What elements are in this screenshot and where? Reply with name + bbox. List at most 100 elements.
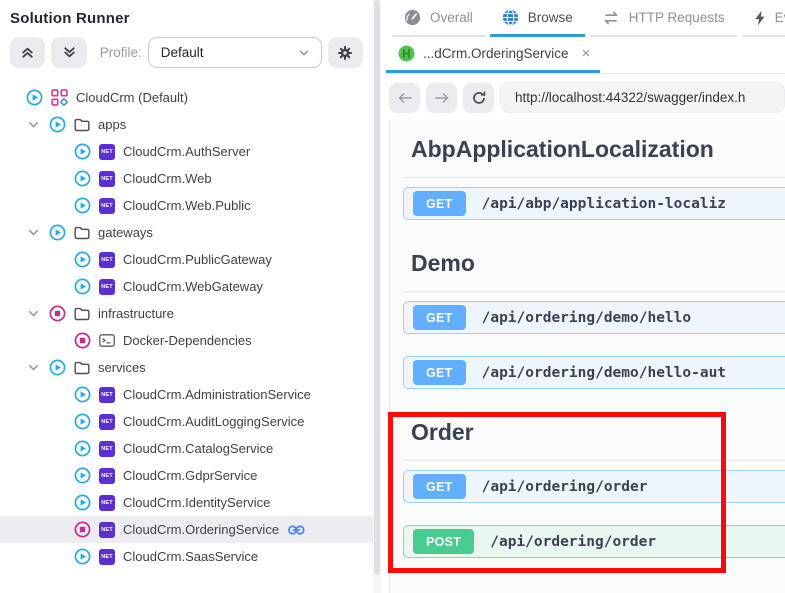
play-status-icon bbox=[49, 116, 66, 133]
tree-item-cloudcrm-default[interactable]: CloudCrm (Default) bbox=[0, 84, 373, 111]
tree-item-label: infrastructure bbox=[98, 306, 174, 321]
swagger-section-title[interactable]: AbpApplicationLocalization bbox=[411, 135, 777, 163]
swagger-section-order: Order GET/api/ordering/order POST/api/orde… bbox=[403, 418, 785, 558]
stop-status-icon bbox=[74, 332, 91, 349]
expander-chevron-icon bbox=[26, 360, 41, 375]
endpoint-post-api-ordering-order[interactable]: POST/api/ordering/order bbox=[403, 525, 785, 558]
service-favicon-icon bbox=[398, 45, 415, 62]
play-status-icon bbox=[74, 440, 91, 457]
tree-item-cloudcrm-auditloggingservice[interactable]: NETCloudCrm.AuditLoggingService bbox=[0, 408, 373, 435]
swagger-section-demo: DemoGET/api/ordering/demo/helloGET/api/o… bbox=[403, 249, 785, 389]
tree-item-services[interactable]: services bbox=[0, 354, 373, 381]
scrollbar-thumb[interactable] bbox=[374, 0, 380, 575]
terminal-icon bbox=[99, 334, 115, 347]
play-status-icon bbox=[49, 224, 66, 241]
play-status-icon bbox=[26, 89, 43, 106]
tree-item-label: apps bbox=[98, 117, 126, 132]
tree-item-label: gateways bbox=[98, 225, 153, 240]
browser-tab[interactable]: ...dCrm.OrderingService × bbox=[386, 37, 600, 73]
endpoint-get-api-abp-application-localiz[interactable]: GET/api/abp/application-localiz bbox=[403, 187, 785, 220]
app-window: Solution Runner Profile: Default bbox=[0, 0, 785, 593]
tab-browse[interactable]: Browse bbox=[490, 0, 585, 37]
play-status-icon bbox=[74, 548, 91, 565]
tree-item-cloudcrm-identityservice[interactable]: NETCloudCrm.IdentityService bbox=[0, 489, 373, 516]
http-method-badge: GET bbox=[413, 360, 466, 385]
stop-status-icon bbox=[74, 521, 91, 538]
arrow-left-icon bbox=[397, 92, 413, 104]
refresh-button[interactable] bbox=[463, 83, 494, 113]
tree-item-cloudcrm-saasservice[interactable]: NETCloudCrm.SaasService bbox=[0, 543, 373, 570]
folder-icon bbox=[74, 361, 90, 375]
bolt-icon bbox=[754, 10, 766, 26]
tree-item-infrastructure[interactable]: infrastructure bbox=[0, 300, 373, 327]
profile-select[interactable]: Default bbox=[148, 37, 322, 68]
tree-item-cloudcrm-web-public[interactable]: NET CloudCrm.Web.Public bbox=[0, 192, 373, 219]
dotnet-badge-icon: NET bbox=[99, 468, 115, 484]
tree-item-label: Docker-Dependencies bbox=[123, 333, 252, 348]
swagger-section-title[interactable]: Demo bbox=[411, 249, 777, 277]
endpoint-get-api-ordering-order[interactable]: GET/api/ordering/order bbox=[403, 470, 785, 503]
tree-item-cloudcrm-authserver[interactable]: NET CloudCrm.AuthServer bbox=[0, 138, 373, 165]
tab-even[interactable]: Even bbox=[742, 0, 785, 37]
browse-link-icon bbox=[287, 523, 307, 537]
forward-button[interactable] bbox=[426, 83, 457, 113]
tree-item-apps[interactable]: apps bbox=[0, 111, 373, 138]
tab-label: HTTP Requests bbox=[629, 10, 725, 25]
dotnet-badge-icon: NET bbox=[99, 144, 115, 160]
tree-item-label: CloudCrm.SaasService bbox=[123, 549, 258, 564]
close-tab-icon[interactable]: × bbox=[582, 45, 591, 62]
tab-http-requests[interactable]: HTTP Requests bbox=[590, 0, 737, 37]
folder-icon bbox=[74, 226, 90, 240]
gauge-icon bbox=[404, 9, 421, 26]
settings-button[interactable] bbox=[328, 37, 363, 68]
folder-icon bbox=[74, 118, 90, 132]
endpoint-path: /api/ordering/order bbox=[482, 479, 648, 495]
address-bar[interactable]: http://localhost:44322/swagger/index.h bbox=[500, 82, 785, 113]
section-divider bbox=[403, 460, 785, 461]
stop-status-icon bbox=[49, 305, 66, 322]
play-status-icon bbox=[74, 170, 91, 187]
http-method-badge: GET bbox=[413, 191, 466, 216]
endpoint-get-api-ordering-demo-hello-aut[interactable]: GET/api/ordering/demo/hello-aut bbox=[403, 356, 785, 389]
tree-item-cloudcrm-administrationservice[interactable]: NETCloudCrm.AdministrationService bbox=[0, 381, 373, 408]
collapse-all-button[interactable] bbox=[10, 37, 45, 68]
tree-item-cloudcrm-web[interactable]: NETCloudCrm.Web bbox=[0, 165, 373, 192]
tree-item-cloudcrm-catalogservice[interactable]: NETCloudCrm.CatalogService bbox=[0, 435, 373, 462]
double-chevron-down-icon bbox=[62, 45, 77, 60]
expand-all-button[interactable] bbox=[51, 37, 86, 68]
globe-icon bbox=[502, 9, 519, 26]
play-status-icon bbox=[74, 494, 91, 511]
swagger-section-abpapplicationlocalization: AbpApplicationLocalization GET/api/abp/ap… bbox=[403, 135, 785, 220]
tree-item-cloudcrm-orderingservice[interactable]: NETCloudCrm.OrderingService bbox=[0, 516, 373, 543]
swagger-section-title[interactable]: Order bbox=[411, 418, 777, 446]
arrow-right-icon bbox=[434, 92, 450, 104]
endpoint-path: /api/ordering/demo/hello bbox=[482, 310, 692, 326]
tree-item-gateways[interactable]: gateways bbox=[0, 219, 373, 246]
browser-tab-row: ...dCrm.OrderingService × bbox=[386, 37, 785, 74]
profile-value: Default bbox=[161, 45, 204, 60]
tree-item-cloudcrm-publicgateway[interactable]: NETCloudCrm.PublicGateway bbox=[0, 246, 373, 273]
tree-item-label: CloudCrm.AuthServer bbox=[123, 144, 250, 159]
chevron-down-icon bbox=[297, 46, 311, 60]
http-method-badge: GET bbox=[413, 474, 466, 499]
tree-item-docker-dependencies[interactable]: Docker-Dependencies bbox=[0, 327, 373, 354]
endpoint-get-api-ordering-demo-hello[interactable]: GET/api/ordering/demo/hello bbox=[403, 301, 785, 334]
tree-item-label: CloudCrm.Web.Public bbox=[123, 198, 251, 213]
refresh-icon bbox=[471, 90, 487, 106]
play-status-icon bbox=[74, 143, 91, 160]
url-text: http://localhost:44322/swagger/index.h bbox=[515, 90, 745, 105]
tree-scrollbar[interactable] bbox=[373, 0, 381, 593]
expander-chevron-icon bbox=[26, 117, 41, 132]
dotnet-badge-icon: NET bbox=[99, 198, 115, 214]
tree-item-cloudcrm-webgateway[interactable]: NETCloudCrm.WebGateway bbox=[0, 273, 373, 300]
play-status-icon bbox=[74, 197, 91, 214]
back-button[interactable] bbox=[389, 83, 420, 113]
expander-chevron-icon bbox=[26, 225, 41, 240]
section-divider bbox=[403, 291, 785, 292]
tree-item-cloudcrm-gdprservice[interactable]: NETCloudCrm.GdprService bbox=[0, 462, 373, 489]
tree-item-label: CloudCrm.Web bbox=[123, 171, 212, 186]
solution-tree: CloudCrm (Default) apps NET CloudCrm.AuthSe… bbox=[0, 84, 373, 570]
tab-overall[interactable]: Overall bbox=[392, 0, 485, 37]
dotnet-badge-icon: NET bbox=[99, 414, 115, 430]
workspace-tabbar: OverallBrowse HTTP Requests Even bbox=[386, 0, 785, 37]
